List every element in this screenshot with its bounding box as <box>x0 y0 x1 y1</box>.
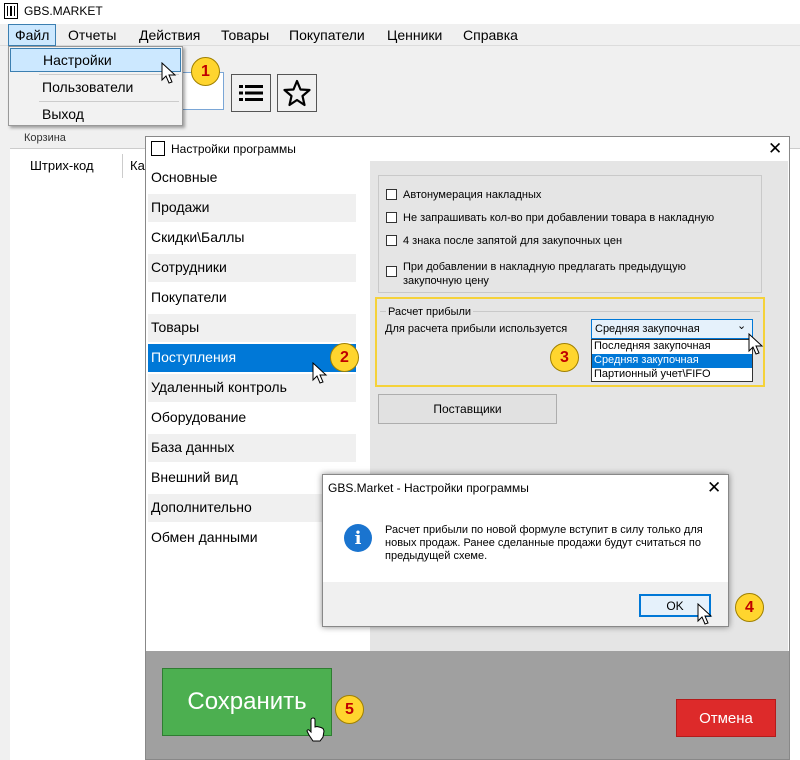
profit-field-label: Для расчета прибыли используется <box>385 323 568 335</box>
menubar: Файл Отчеты Действия Товары Покупатели Ц… <box>0 24 800 46</box>
sidebar-item-customers[interactable]: Покупатели <box>148 284 356 312</box>
list-view-button[interactable] <box>231 74 271 112</box>
step-badge-2: 2 <box>330 343 359 372</box>
menu-customers[interactable]: Покупатели <box>289 27 365 43</box>
star-icon <box>283 79 311 107</box>
suppliers-button[interactable]: Поставщики <box>378 394 557 424</box>
app-icon <box>151 141 165 156</box>
checkbox-label: Автонумерация накладных <box>403 189 542 201</box>
message-dialog: GBS.Market - Настройки программы ✕ i Рас… <box>322 474 729 627</box>
step-badge-4: 4 <box>735 593 764 622</box>
checkbox-skip-quantity[interactable] <box>386 212 397 223</box>
profit-method-select[interactable]: Средняя закупочная <box>591 319 753 339</box>
close-icon[interactable]: ✕ <box>707 478 721 498</box>
list-icon <box>239 85 263 101</box>
sidebar-item-general[interactable]: Основные <box>148 164 356 192</box>
menu-reports[interactable]: Отчеты <box>68 27 116 43</box>
sidebar-item-database[interactable]: База данных <box>148 434 356 462</box>
app-title: GBS.MARKET <box>24 4 103 18</box>
settings-title: Настройки программы <box>171 142 296 156</box>
menu-item-users[interactable]: Пользователи <box>10 76 181 100</box>
basket-column-truncated[interactable]: Ка <box>130 158 145 173</box>
option-average-purchase[interactable]: Средняя закупочная <box>592 354 752 368</box>
chevron-down-icon[interactable]: ⌄ <box>737 319 746 332</box>
settings-window: Настройки программы ✕ Основные Продажи С… <box>145 136 790 760</box>
step-badge-5: 5 <box>335 695 364 724</box>
menu-separator <box>39 74 179 75</box>
menu-separator <box>39 101 179 102</box>
option-fifo[interactable]: Партионный учет\FIFO <box>592 368 752 382</box>
menu-item-settings[interactable]: Настройки <box>10 48 181 72</box>
menu-help[interactable]: Справка <box>463 27 518 43</box>
profit-group-label: Расчет прибыли <box>386 306 474 318</box>
checkbox-auto-numbering[interactable] <box>386 189 397 200</box>
profit-method-dropdown: Последняя закупочная Средняя закупочная … <box>591 339 753 382</box>
app-icon <box>4 3 18 19</box>
checkbox-label: 4 знака после запятой для закупочных цен <box>403 235 623 247</box>
sidebar-item-employees[interactable]: Сотрудники <box>148 254 356 282</box>
favorites-button[interactable] <box>277 74 317 112</box>
sidebar-item-equipment[interactable]: Оборудование <box>148 404 356 432</box>
mouse-cursor-icon <box>697 603 713 625</box>
hand-pointer-icon <box>306 717 325 742</box>
menu-actions[interactable]: Действия <box>139 27 200 43</box>
sidebar-item-discounts[interactable]: Скидки\Баллы <box>148 224 356 252</box>
option-last-purchase[interactable]: Последняя закупочная <box>592 340 752 354</box>
basket-column-barcode[interactable]: Штрих-код <box>30 158 94 173</box>
menu-file[interactable]: Файл <box>8 24 57 46</box>
checkbox-four-decimals[interactable] <box>386 235 397 246</box>
mouse-cursor-icon <box>312 362 328 384</box>
menu-item-exit[interactable]: Выход <box>10 103 181 127</box>
app-titlebar <box>0 0 800 24</box>
step-badge-3: 3 <box>550 343 579 372</box>
dialog-title: GBS.Market - Настройки программы <box>328 481 529 495</box>
sidebar-item-sales[interactable]: Продажи <box>148 194 356 222</box>
menu-price-tags[interactable]: Ценники <box>387 27 442 43</box>
menu-products[interactable]: Товары <box>221 27 269 43</box>
mouse-cursor-icon <box>161 62 177 84</box>
basket-label: Корзина <box>24 132 66 144</box>
step-badge-1: 1 <box>191 57 220 86</box>
close-icon[interactable]: ✕ <box>768 139 782 159</box>
checkbox-label: При добавлении в накладную предлагать пр… <box>403 261 686 287</box>
column-divider <box>122 154 123 178</box>
dialog-message: Расчет прибыли по новой формуле вступит … <box>385 524 703 562</box>
info-icon: i <box>344 524 372 552</box>
checkbox-suggest-previous-price[interactable] <box>386 266 397 277</box>
cancel-button[interactable]: Отмена <box>676 699 776 737</box>
file-dropdown-menu: Настройки Пользователи Выход <box>8 46 183 126</box>
sidebar-item-products[interactable]: Товары <box>148 314 356 342</box>
mouse-cursor-icon <box>748 333 764 355</box>
checkbox-label: Не запрашивать кол-во при добавлении тов… <box>403 212 715 224</box>
